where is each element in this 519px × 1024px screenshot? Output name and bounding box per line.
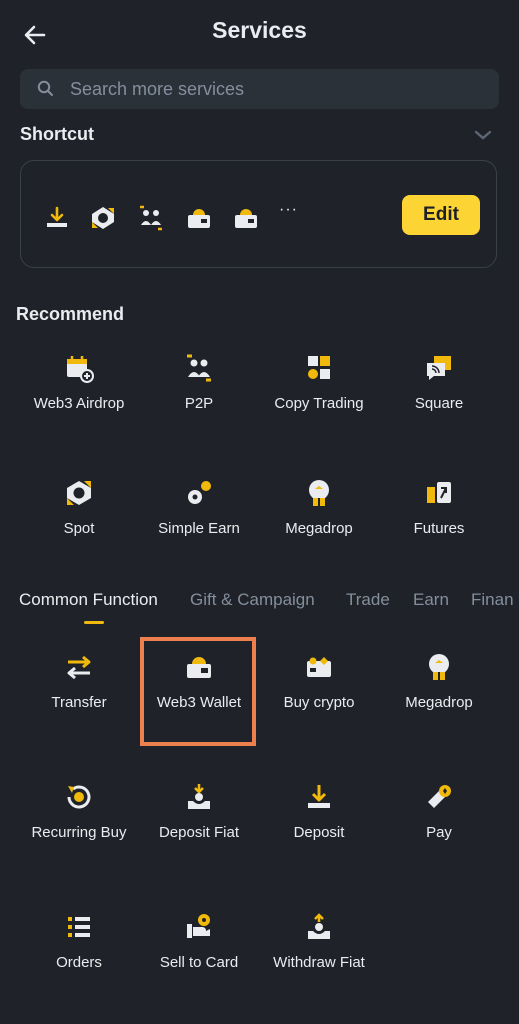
service-transfer[interactable]: Transfer [19, 652, 139, 711]
active-tab-indicator [84, 621, 104, 624]
buy-crypto-icon [307, 657, 331, 677]
orders-icon [68, 917, 90, 937]
tab-gift-campaign[interactable]: Gift & Campaign [190, 590, 315, 610]
service-deposit[interactable]: Deposit [259, 782, 379, 841]
deposit-fiat-icon [188, 784, 210, 809]
category-tabs: Common Function Gift & Campaign Trade Ea… [0, 590, 519, 620]
service-megadrop[interactable]: Megadrop [259, 478, 379, 537]
service-label: Square [414, 395, 464, 412]
p2p-icon [187, 354, 211, 382]
service-label: Pay [426, 824, 452, 841]
service-label: Megadrop [285, 520, 353, 537]
p2p-icon[interactable] [138, 205, 164, 231]
service-label: Megadrop [405, 694, 473, 711]
service-web3-airdrop[interactable]: Web3 Airdrop [19, 353, 139, 412]
service-label: Deposit [293, 824, 345, 841]
service-label: Orders [56, 954, 102, 971]
service-copy-trading[interactable]: Copy Trading [259, 353, 379, 412]
page-title: Services [212, 17, 307, 43]
chevron-down-icon [474, 130, 492, 140]
service-label: Simple Earn [158, 520, 240, 537]
transfer-icon [67, 655, 91, 680]
service-sell-to-card[interactable]: Sell to Card [139, 912, 259, 971]
megadrop-icon [429, 654, 449, 680]
service-label: Withdraw Fiat [273, 954, 365, 971]
simple-earn-icon [188, 481, 211, 504]
tab-earn[interactable]: Earn [413, 590, 449, 610]
service-label: Recurring Buy [31, 824, 127, 841]
service-orders[interactable]: Orders [19, 912, 139, 971]
highlight-box [140, 637, 256, 746]
spot-icon [67, 481, 91, 505]
tab-trade[interactable]: Trade [346, 590, 390, 610]
withdraw-fiat-icon [308, 913, 330, 939]
shortcut-toggle[interactable] [474, 128, 492, 146]
service-megadrop[interactable]: Megadrop [379, 652, 499, 711]
shortcut-title: Shortcut [20, 124, 94, 144]
search-bar[interactable]: Search more services [20, 69, 499, 109]
service-pay[interactable]: Pay [379, 782, 499, 841]
tab-finance[interactable]: Finan [471, 590, 514, 610]
recommend-title: Recommend [16, 304, 125, 324]
service-label: Deposit Fiat [158, 824, 240, 841]
service-deposit-fiat[interactable]: Deposit Fiat [139, 782, 259, 841]
service-label: Buy crypto [283, 694, 355, 711]
more-shortcuts[interactable]: ··· [279, 201, 298, 219]
wallet-icon[interactable] [233, 205, 259, 231]
futures-icon [427, 482, 451, 503]
tab-common-function[interactable]: Common Function [19, 590, 158, 610]
pay-icon [428, 785, 451, 808]
service-label: Copy Trading [274, 395, 364, 412]
calendar-plus-icon [67, 356, 94, 383]
service-futures[interactable]: Futures [379, 478, 499, 537]
service-square[interactable]: Square [379, 353, 499, 412]
service-label: Transfer [51, 694, 107, 711]
recurring-icon [67, 785, 91, 809]
search-placeholder: Search more services [70, 79, 245, 99]
service-label: Futures [413, 520, 465, 537]
service-spot[interactable]: Spot [19, 478, 139, 537]
service-label: Web3 Airdrop [33, 395, 125, 412]
shortcut-panel: ··· Edit [20, 160, 497, 268]
service-buy-crypto[interactable]: Buy crypto [259, 652, 379, 711]
megadrop-icon [309, 480, 329, 506]
deposit-icon [308, 785, 330, 808]
download-icon[interactable] [44, 205, 70, 231]
square-icon [427, 356, 451, 380]
sell-card-icon [187, 914, 210, 938]
wallet-icon[interactable] [186, 205, 212, 231]
service-recurring-buy[interactable]: Recurring Buy [19, 782, 139, 841]
search-icon [37, 80, 53, 96]
service-simple-earn[interactable]: Simple Earn [139, 478, 259, 537]
service-withdraw-fiat[interactable]: Withdraw Fiat [259, 912, 379, 971]
service-label: P2P [184, 395, 214, 412]
spot-icon[interactable] [90, 205, 116, 231]
service-label: Spot [63, 520, 95, 537]
service-label: Sell to Card [159, 954, 239, 971]
service-p2p[interactable]: P2P [139, 353, 259, 412]
copy-trading-icon [308, 356, 330, 379]
edit-button[interactable]: Edit [402, 195, 480, 235]
